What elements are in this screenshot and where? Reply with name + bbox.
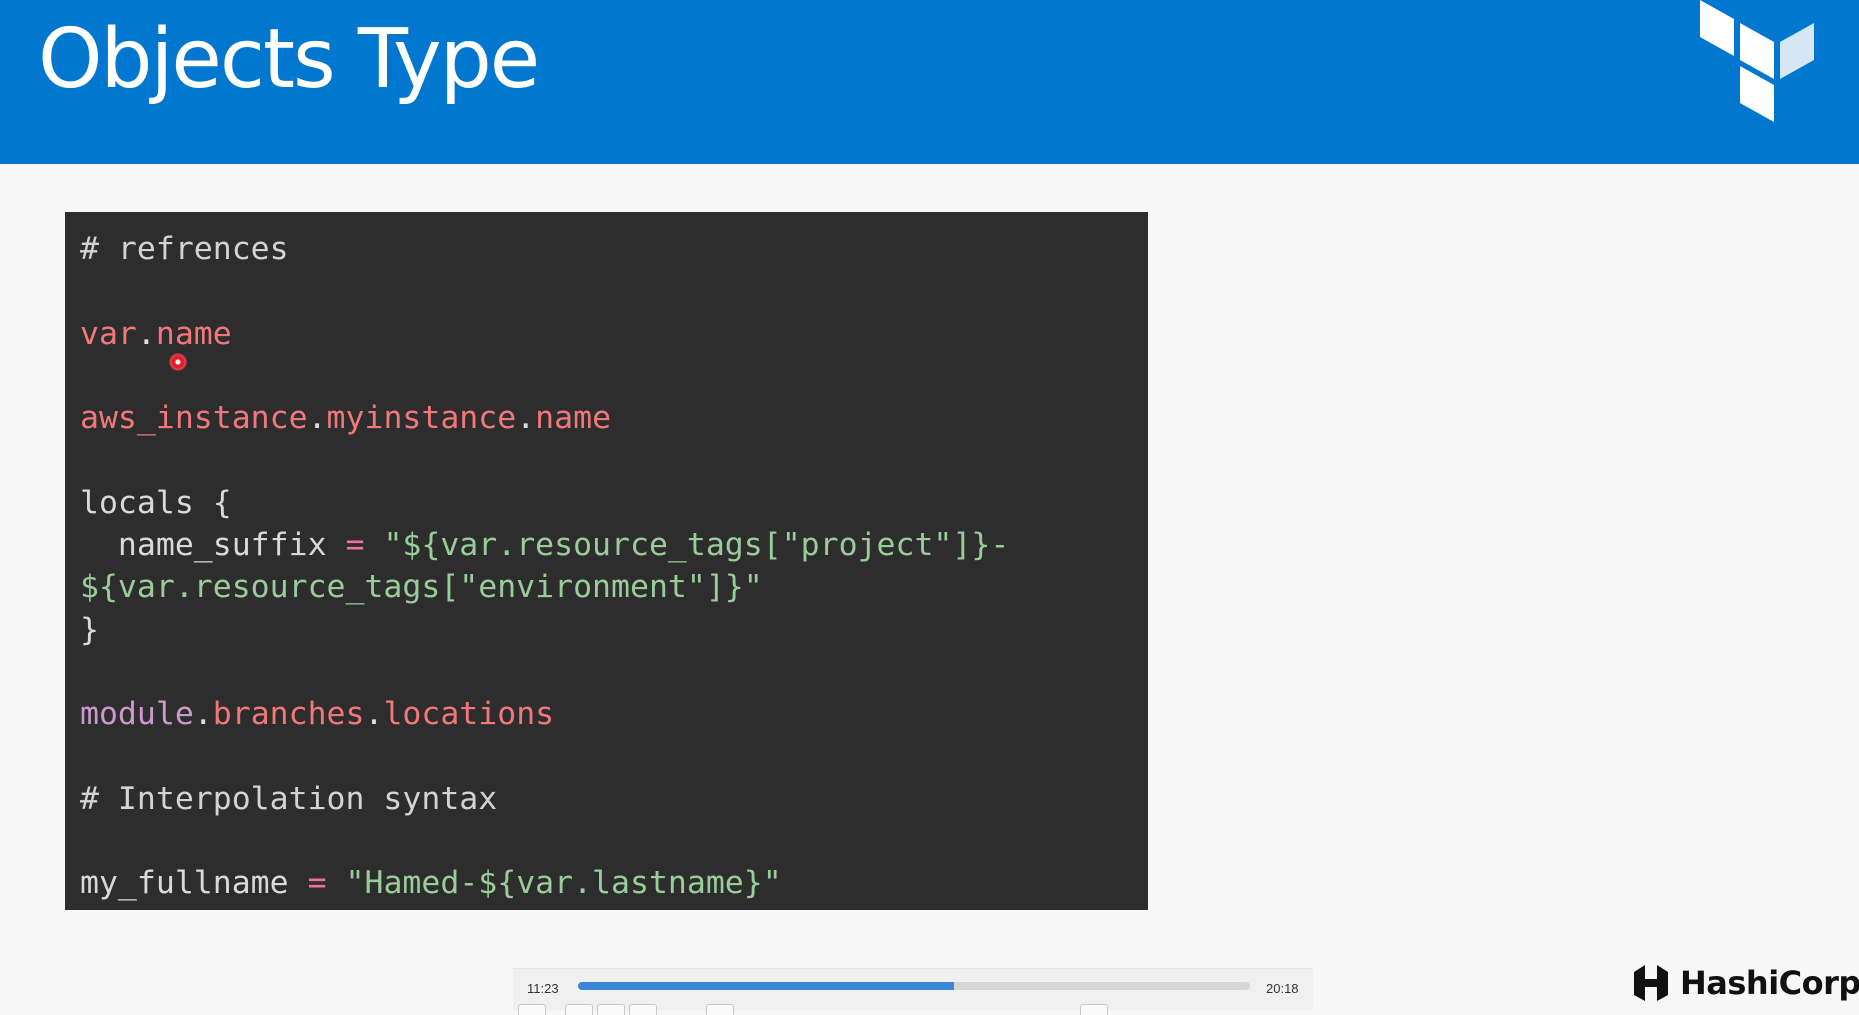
video-player-controls: 11:23 20:18	[513, 968, 1313, 1015]
code-token: name	[155, 315, 232, 352]
forward-button[interactable]	[597, 1004, 625, 1015]
code-line: module.branches.locations	[80, 693, 1148, 735]
progress-fill	[578, 982, 955, 990]
code-token: .	[364, 696, 384, 733]
hashicorp-brand: HashiCorp	[1630, 960, 1859, 1006]
code-token: ${var.resource_tags["environment"]}"	[80, 569, 763, 606]
code-line: locals {	[80, 482, 1148, 524]
terraform-logo-icon	[1700, 0, 1814, 122]
slide-title: Objects Type	[38, 12, 540, 107]
code-block: # refrences var.name aws_instance.myinstan…	[65, 212, 1148, 910]
code-line: my_fullname = "Hamed-${var.lastname}"	[80, 862, 1148, 904]
code-line: var.name	[80, 313, 1148, 355]
code-token: locals {	[80, 484, 232, 521]
rewind-button[interactable]	[565, 1004, 593, 1015]
code-line: # refrences	[80, 228, 1148, 270]
code-token: # Interpolation syntax	[80, 780, 498, 817]
brand-name: HashiCorp	[1680, 964, 1859, 1002]
code-token: =	[307, 865, 327, 902]
code-token: "Hamed-${var.lastname}"	[326, 865, 782, 902]
settings-button[interactable]	[1080, 1004, 1108, 1015]
code-token: }	[80, 611, 99, 648]
pointer-highlight-icon	[169, 353, 187, 371]
code-token: myinstance	[326, 400, 517, 437]
code-token: .	[307, 400, 327, 437]
hashicorp-logo-icon	[1634, 965, 1668, 1001]
code-token: .	[193, 696, 213, 733]
code-token: var	[80, 315, 137, 352]
code-token: .	[136, 315, 156, 352]
slide-header: Objects Type	[0, 0, 1859, 164]
code-token: my_fullname	[80, 865, 308, 902]
code-token: branches	[212, 696, 365, 733]
progress-bar[interactable]	[578, 982, 1250, 990]
code-line: name_suffix = "${var.resource_tags["proj…	[80, 524, 1148, 566]
code-token: =	[345, 527, 365, 564]
volume-button[interactable]	[629, 1004, 657, 1015]
captions-button[interactable]	[706, 1004, 734, 1015]
current-time: 11:23	[527, 981, 559, 996]
code-token: name	[535, 400, 612, 437]
code-line: ${var.resource_tags["environment"]}"	[80, 566, 1148, 608]
total-time: 20:18	[1266, 981, 1299, 996]
code-line: aws_instance.myinstance.name	[80, 397, 1148, 439]
code-line: }	[80, 609, 1148, 651]
code-token: .	[516, 400, 536, 437]
code-line: # Interpolation syntax	[80, 778, 1148, 820]
code-token: # refrences	[80, 231, 289, 267]
play-pause-button[interactable]	[518, 1004, 546, 1015]
code-token: name_suffix	[80, 527, 346, 564]
code-token: locations	[383, 696, 555, 733]
code-token: "${var.resource_tags["project"]}-	[364, 527, 1010, 564]
code-token: aws_instance	[80, 400, 308, 437]
code-token: module	[80, 696, 194, 733]
